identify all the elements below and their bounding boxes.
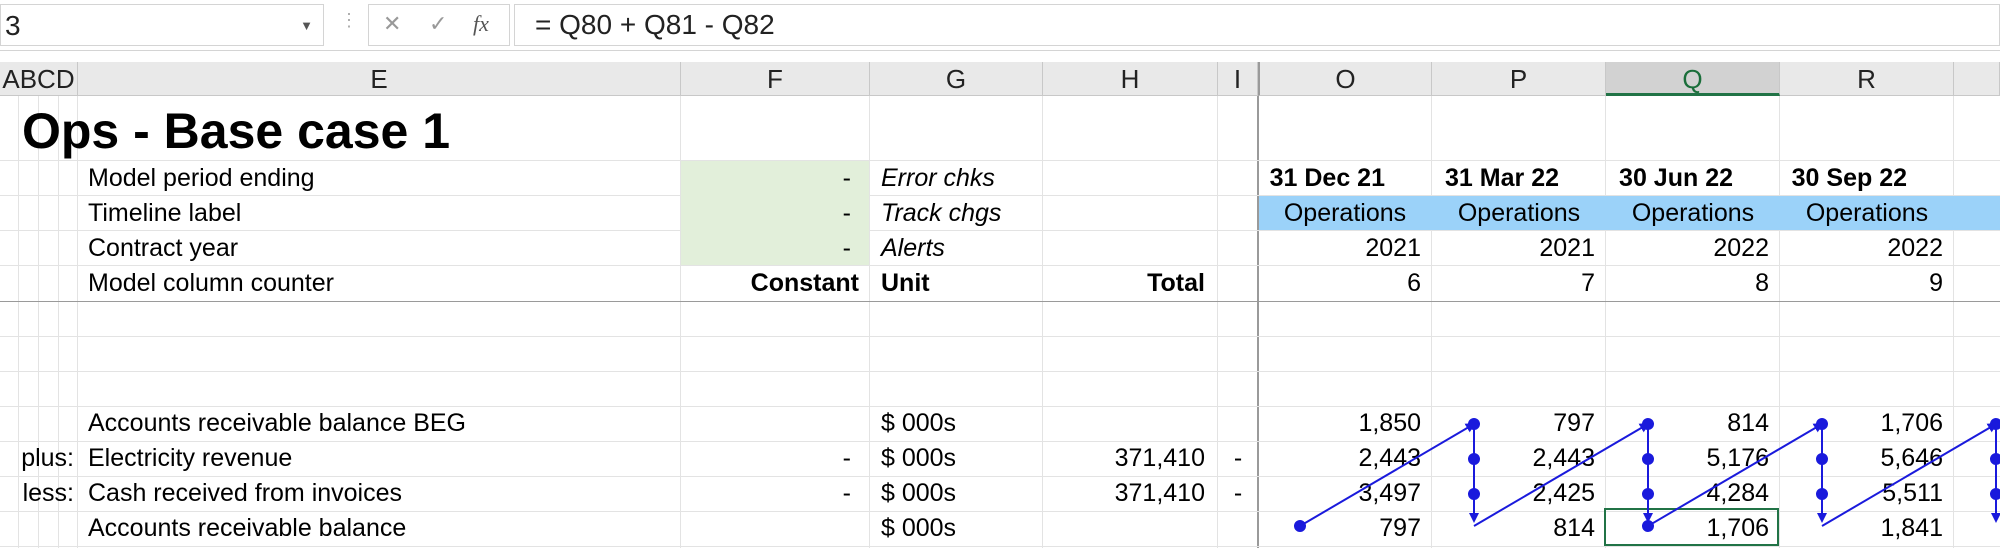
trace-dot <box>1642 453 1654 465</box>
trace-dot <box>1642 418 1654 430</box>
trace-dot <box>1468 453 1480 465</box>
trace-dot <box>1294 520 1306 532</box>
trace-precedent-arrows <box>1294 418 2000 532</box>
trace-arrow <box>1647 422 1824 527</box>
trace-dot <box>1990 453 2000 465</box>
trace-dot <box>1816 488 1828 500</box>
trace-dot <box>1468 418 1480 430</box>
trace-arrow <box>1473 422 1650 527</box>
trace-dot <box>1816 453 1828 465</box>
trace-arrow <box>1821 422 1998 527</box>
trace-dot <box>1468 488 1480 500</box>
trace-dot <box>1816 418 1828 430</box>
trace-dot <box>1990 488 2000 500</box>
trace-dot <box>1642 488 1654 500</box>
trace-dot <box>1990 418 2000 430</box>
trace-arrow <box>1299 422 1476 527</box>
